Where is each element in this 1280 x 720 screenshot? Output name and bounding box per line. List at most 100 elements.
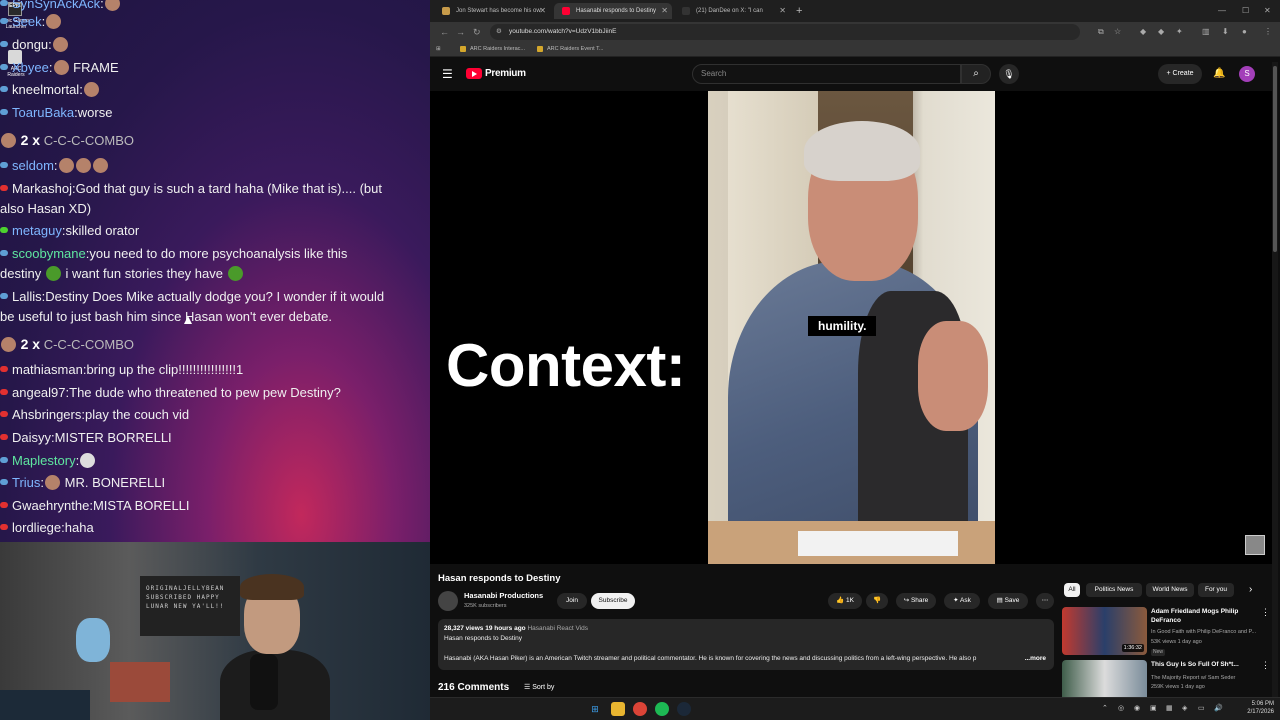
like-button[interactable]: 👍 1K bbox=[828, 593, 862, 609]
tray-chevron-icon[interactable]: ⌃ bbox=[1102, 703, 1108, 715]
tray-app-icon[interactable]: ▦ bbox=[1166, 703, 1173, 715]
tab-jon-stewart[interactable]: Jon Stewart has become his ow ✕ bbox=[434, 3, 550, 19]
minimize-icon[interactable]: — bbox=[1218, 3, 1226, 19]
search-input[interactable]: Search bbox=[692, 64, 961, 84]
more-options-icon[interactable]: ⋮ bbox=[1261, 660, 1270, 670]
chip-all[interactable]: All bbox=[1064, 583, 1080, 597]
more-actions-button[interactable]: ⋯ bbox=[1036, 593, 1054, 609]
chat-text: The dude who threatened to pew pew Desti… bbox=[69, 385, 341, 400]
youtube-premium-logo[interactable]: Premium bbox=[485, 67, 526, 81]
recommended-video[interactable]: 1:36:32 Adam Friedland Mogs Philip DeFra… bbox=[1062, 607, 1270, 656]
bookmarks-bar: ⊞ ARC Raiders Interac... ARC Raiders Eve… bbox=[430, 42, 1280, 57]
sidebar-icon[interactable]: ▥ bbox=[1202, 25, 1210, 39]
chrome-icon[interactable] bbox=[633, 702, 647, 716]
extension-icon[interactable]: ◆ bbox=[1158, 25, 1164, 39]
more-link[interactable]: ...more bbox=[1025, 654, 1046, 664]
steam-icon[interactable] bbox=[677, 702, 691, 716]
close-window-icon[interactable]: ✕ bbox=[1264, 3, 1271, 19]
windows-taskbar: ⊞ ⌃ ◎ ◉ ▣ ▦ ◈ ▭ 🔊 5:06 PM 2/17/2026 bbox=[430, 697, 1280, 720]
search-button[interactable]: ⌕ bbox=[961, 64, 991, 84]
new-tab-button[interactable]: + bbox=[796, 3, 802, 19]
hamburger-menu-icon[interactable]: ☰ bbox=[442, 67, 453, 81]
subscribe-button[interactable]: Subscribe bbox=[591, 593, 635, 609]
url-text: youtube.com/watch?v=UdzV1bbJiinE bbox=[509, 28, 617, 35]
close-tab-icon[interactable]: ✕ bbox=[661, 3, 668, 19]
combo-label: C-C-C-COMBO bbox=[43, 337, 134, 352]
channel-avatar[interactable] bbox=[438, 591, 458, 611]
chat-message: Xbyee: FRAME bbox=[0, 58, 428, 78]
tab-dandee-x[interactable]: (21) DanDee on X: "I can ✕ bbox=[674, 3, 790, 19]
chat-username: Markashoj bbox=[12, 181, 72, 196]
menu-icon[interactable]: ⋮ bbox=[1264, 25, 1272, 39]
install-icon[interactable]: ⧉ bbox=[1098, 25, 1104, 39]
reload-icon[interactable]: ↻ bbox=[473, 25, 481, 39]
tray-app-icon[interactable]: ◉ bbox=[1134, 703, 1140, 715]
maximize-icon[interactable]: ☐ bbox=[1242, 3, 1249, 19]
url-bar[interactable]: ⚙ youtube.com/watch?v=UdzV1bbJiinE bbox=[490, 24, 1080, 40]
puzzle-extensions-icon[interactable]: ✦ bbox=[1176, 25, 1183, 39]
site-info-icon[interactable]: ⚙ bbox=[496, 24, 502, 40]
close-tab-icon[interactable]: ✕ bbox=[779, 3, 786, 19]
spotify-icon[interactable] bbox=[655, 702, 669, 716]
chevron-right-icon[interactable]: › bbox=[1249, 583, 1252, 597]
save-button[interactable]: ▤ Save bbox=[988, 593, 1028, 609]
close-tab-icon[interactable]: ✕ bbox=[539, 3, 546, 19]
chat-username: Lallis bbox=[12, 289, 42, 304]
bookmark-star-icon[interactable]: ☆ bbox=[1114, 25, 1121, 39]
chip-for-you[interactable]: For you bbox=[1198, 583, 1234, 597]
system-clock[interactable]: 5:06 PM 2/17/2026 bbox=[1238, 700, 1274, 716]
extension-icon[interactable]: ◆ bbox=[1140, 25, 1146, 39]
video-player[interactable]: Context: humility. bbox=[430, 91, 1272, 564]
create-button[interactable]: + Create bbox=[1158, 64, 1202, 84]
chat-username: metaguy bbox=[12, 223, 62, 238]
bookmark-label: ARC Raiders Interac... bbox=[470, 46, 526, 52]
apps-grid-icon[interactable]: ⊞ bbox=[436, 42, 441, 56]
more-options-icon[interactable]: ⋮ bbox=[1261, 607, 1270, 617]
badge-icon bbox=[0, 86, 8, 92]
video-frame: humility. bbox=[708, 91, 995, 564]
tray-app-icon[interactable]: ◈ bbox=[1182, 703, 1187, 715]
notifications-bell-icon[interactable]: 🔔 bbox=[1213, 66, 1225, 82]
youtube-logo-icon[interactable] bbox=[466, 68, 482, 79]
like-count: 1K bbox=[845, 597, 854, 604]
chip-world-news[interactable]: World News bbox=[1146, 583, 1194, 597]
webcam-feed: ORIGINALJELLYBEAN SUBSCRIBED HAPPY LUNAR… bbox=[0, 542, 430, 720]
ask-label: Ask bbox=[960, 597, 971, 604]
tray-app-icon[interactable]: ▣ bbox=[1150, 703, 1157, 715]
chip-politics-news[interactable]: Politics News bbox=[1086, 583, 1142, 597]
scrollbar-thumb[interactable] bbox=[1273, 66, 1277, 252]
tray-app-icon[interactable]: ◎ bbox=[1118, 703, 1124, 715]
share-icon: ↪ bbox=[903, 597, 911, 604]
description-box[interactable]: 28,327 views 19 hours ago Hasanabi React… bbox=[438, 619, 1054, 670]
clock-time: 5:06 PM bbox=[1251, 701, 1274, 707]
bookmark-arc-event[interactable]: ARC Raiders Event T... bbox=[537, 42, 603, 56]
sort-by-button[interactable]: ☰ Sort by bbox=[524, 682, 554, 694]
description-tag[interactable]: Hasanabi React Vids bbox=[527, 625, 588, 632]
video-thumbnail[interactable]: 1:36:32 bbox=[1062, 607, 1147, 655]
volume-icon[interactable]: 🔊 bbox=[1214, 703, 1223, 715]
dislike-button[interactable]: 👎 bbox=[866, 593, 888, 609]
back-icon[interactable]: ← bbox=[440, 25, 449, 39]
video-channel[interactable]: In Good Faith with Philip DeFranco and P… bbox=[1151, 628, 1256, 636]
ask-button[interactable]: ✦ Ask bbox=[944, 593, 980, 609]
download-icon[interactable]: ⬇ bbox=[1222, 25, 1229, 39]
network-icon[interactable]: ▭ bbox=[1198, 703, 1205, 715]
account-avatar[interactable]: S bbox=[1239, 66, 1255, 82]
chat-username: angeal97 bbox=[12, 385, 66, 400]
video-channel[interactable]: The Majority Report w/ Sam Seder bbox=[1151, 674, 1235, 682]
profile-icon[interactable]: ● bbox=[1242, 25, 1247, 39]
forward-icon[interactable]: → bbox=[456, 25, 465, 39]
chat-text: MISTA BORELLI bbox=[92, 498, 190, 513]
share-button[interactable]: ↪ Share bbox=[896, 593, 936, 609]
video-title[interactable]: This Guy Is So Full Of Sh*t... bbox=[1151, 660, 1259, 669]
channel-watermark-icon[interactable] bbox=[1245, 535, 1265, 555]
bookmark-arc-interactive[interactable]: ARC Raiders Interac... bbox=[460, 42, 525, 56]
voice-search-button[interactable]: 🎙 bbox=[999, 64, 1019, 84]
channel-name[interactable]: Hasanabi Productions bbox=[464, 590, 543, 602]
join-button[interactable]: Join bbox=[557, 593, 587, 609]
chat-username: Gwaehrynthe bbox=[12, 498, 90, 513]
file-explorer-icon[interactable] bbox=[611, 702, 625, 716]
tab-hasan-responds[interactable]: Hasanabi responds to Destiny ✕ bbox=[554, 3, 672, 19]
windows-start-icon[interactable]: ⊞ bbox=[588, 702, 602, 716]
video-title[interactable]: Adam Friedland Mogs Philip DeFranco bbox=[1151, 607, 1259, 625]
